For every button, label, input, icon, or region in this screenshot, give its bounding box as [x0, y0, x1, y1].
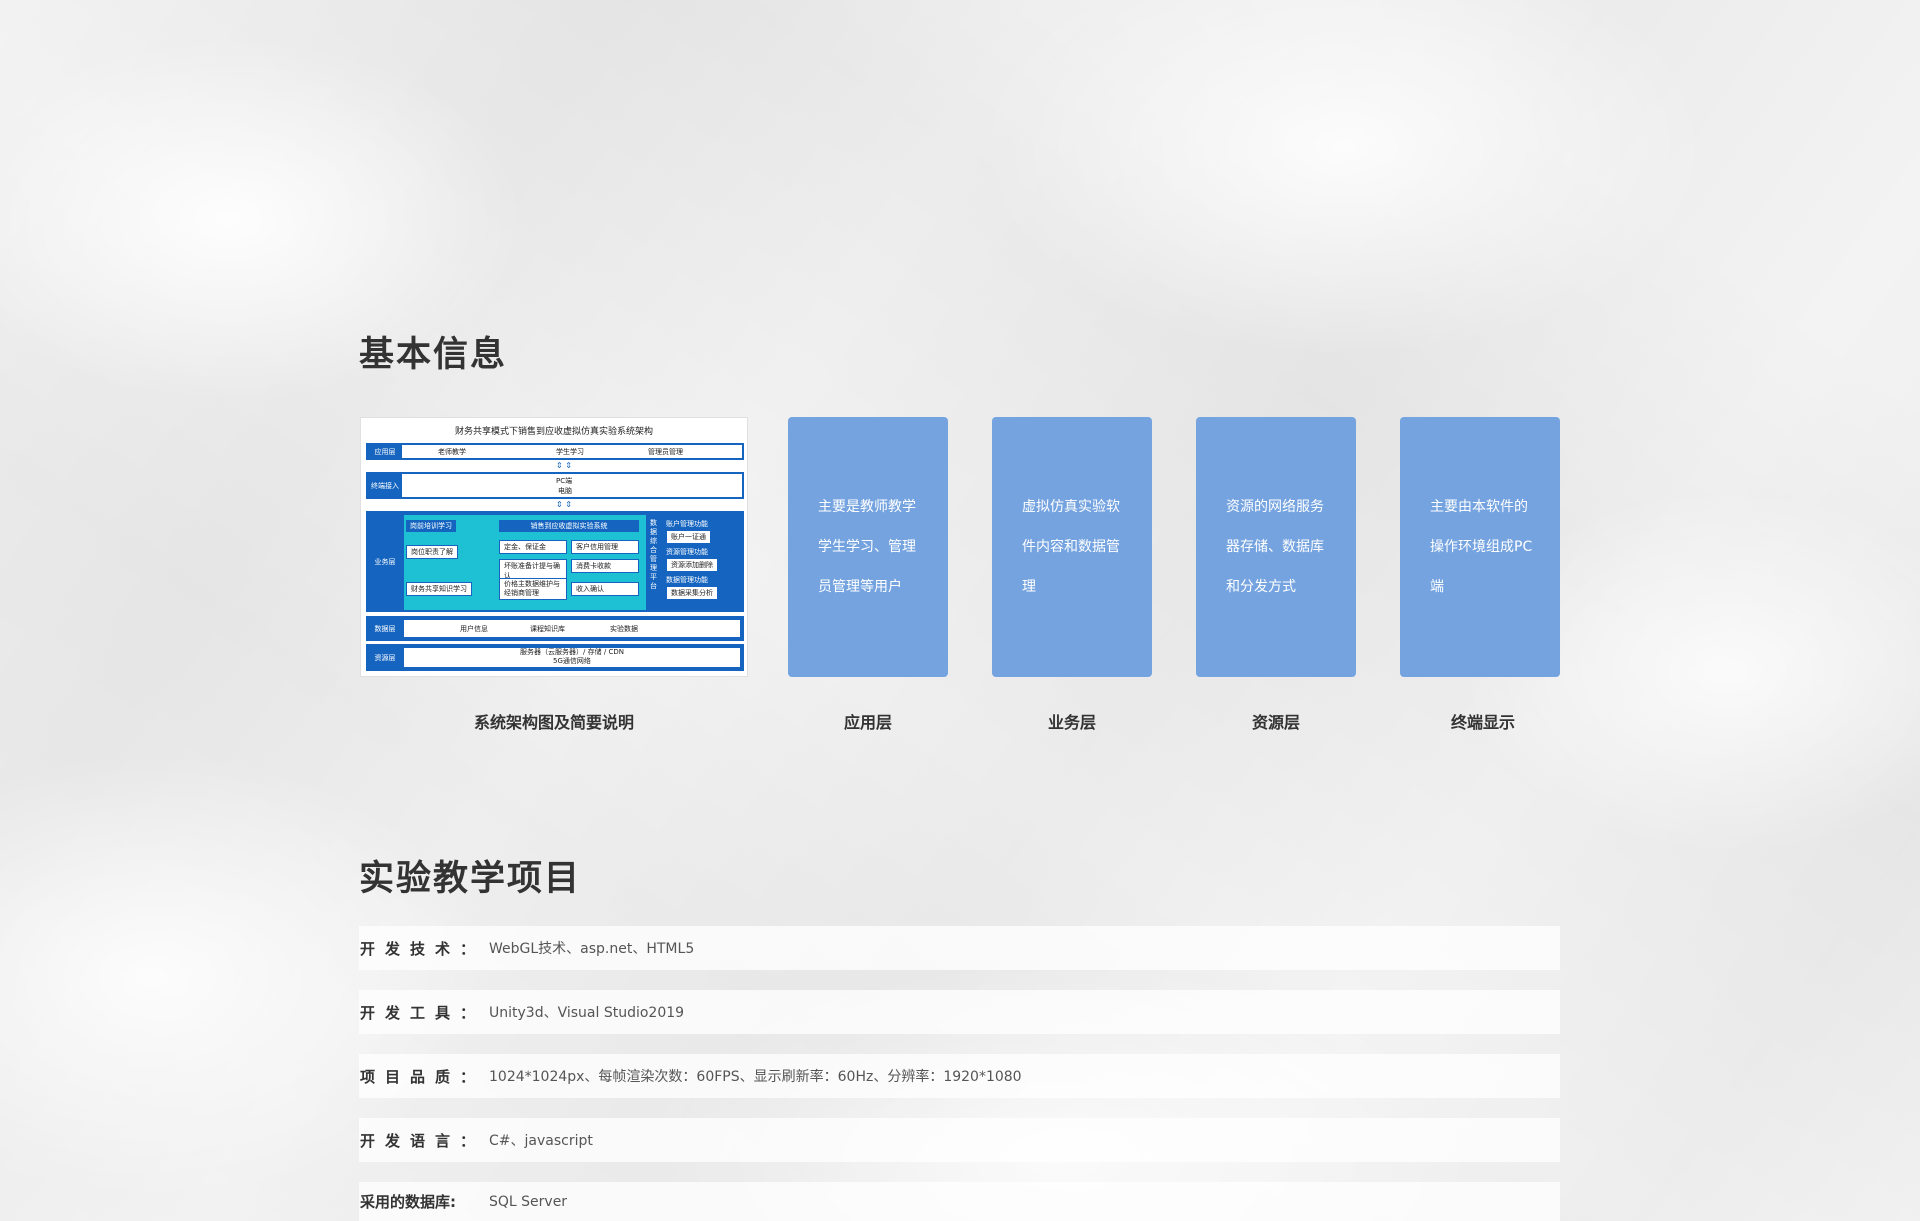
biz-system-title: 销售到应收虚拟实验系统	[499, 520, 639, 532]
project-row-quality: 项目品质： 1024*1024px、每帧渲染次数：60FPS、显示刷新率：60H…	[359, 1054, 1560, 1098]
project-row-tools: 开发工具： Unity3d、Visual Studio2019	[359, 990, 1560, 1034]
data-layer-body: 用户信息 课程知识库 实验数据	[404, 620, 740, 637]
project-row-value: C#、javascript	[489, 1133, 593, 1149]
resource-item-2: 5G通信网络	[553, 657, 591, 665]
project-row-value: WebGL技术、asp.net、HTML5	[489, 941, 695, 957]
biz-system-item-1: 定金、保证金	[499, 540, 567, 554]
project-row-value: Unity3d、Visual Studio2019	[489, 1005, 685, 1021]
platform-item-2: 账户一证通	[666, 530, 711, 544]
biz-system-item-6: 收入确认	[571, 582, 639, 596]
platform-item-4: 资源添加删除	[666, 558, 718, 572]
card-business-layer-text: 虚拟仿真实验软件内容和数据管理	[1022, 499, 1120, 595]
terminal-layer-tag: 终端接入	[368, 474, 402, 497]
app-item-1: 老师教学	[438, 448, 466, 456]
diagram-title: 财务共享模式下销售到应收虚拟仿真实验系统架构	[454, 427, 653, 437]
terminal-layer: 终端接入 PC端 电脑	[366, 472, 744, 499]
platform-item-6: 数据采集分析	[666, 586, 718, 600]
platform-item-1: 账户管理功能	[666, 520, 708, 528]
business-layer: 业务层 岗前培训学习 岗位职责了解 财务共享知识学习 销售到应收虚拟实验系统 定…	[366, 511, 744, 612]
biz-left-item-1: 岗前培训学习	[406, 520, 456, 532]
diagram-caption: 系统架构图及简要说明	[473, 713, 634, 732]
project-row-database: 采用的数据库: SQL Server	[359, 1182, 1560, 1221]
resource-layer: 资源层 服务器（云服务器）/ 存储 / CDN 5G通信网络	[366, 644, 744, 671]
biz-system-item-5: 价格主数据维护与经销商管理	[499, 578, 567, 600]
data-layer: 数据层 用户信息 课程知识库 实验数据	[366, 616, 744, 641]
card-resource-layer-text: 资源的网络服务器存储、数据库和分发方式	[1226, 499, 1324, 595]
terminal-item-2: 电脑	[558, 487, 572, 495]
card-app-layer-text: 主要是教师教学学生学习、管理员管理等用户	[818, 499, 916, 595]
project-row-language: 开发语言： C#、javascript	[359, 1118, 1560, 1162]
architecture-diagram[interactable]: 财务共享模式下销售到应收虚拟仿真实验系统架构 应用层 老师教学 学生学习 管理员…	[360, 417, 748, 677]
biz-left-item-3: 财务共享知识学习	[406, 582, 472, 596]
business-system-panel: 岗前培训学习 岗位职责了解 财务共享知识学习 销售到应收虚拟实验系统 定金、保证…	[404, 515, 646, 610]
basic-info-title: 基本信息	[359, 335, 508, 375]
data-item-2: 课程知识库	[530, 625, 565, 633]
biz-left-item-2: 岗位职责了解	[406, 545, 458, 559]
card-terminal-display-text: 主要由本软件的操作环境组成PC端	[1430, 499, 1533, 595]
data-item-3: 实验数据	[610, 625, 638, 633]
card-resource-layer-caption: 资源层	[1251, 713, 1300, 732]
resource-item-1: 服务器（云服务器）/ 存储 / CDN	[520, 648, 624, 656]
arrow-down-icon: ⇕ ⇕	[556, 461, 572, 470]
project-row-label: 开发技术：	[360, 939, 486, 958]
project-row-value: SQL Server	[489, 1193, 568, 1210]
data-layer-tag: 数据层	[368, 618, 402, 639]
project-row-tech: 开发技术： WebGL技术、asp.net、HTML5	[359, 926, 1560, 970]
card-business-layer[interactable]: 虚拟仿真实验软件内容和数据管理	[992, 417, 1152, 677]
card-app-layer[interactable]: 主要是教师教学学生学习、管理员管理等用户	[788, 417, 948, 677]
data-item-1: 用户信息	[460, 625, 488, 633]
card-app-layer-caption: 应用层	[843, 713, 892, 732]
data-platform-panel: 数据综合管理平台 账户管理功能 账户一证通 资源管理功能 资源添加删除 数据管理…	[648, 515, 742, 610]
platform-label: 数据综合管理平台	[650, 519, 657, 590]
project-row-label: 开发工具：	[360, 1003, 486, 1022]
business-layer-tag: 业务层	[368, 513, 402, 610]
projects-title: 实验教学项目	[359, 859, 582, 899]
card-business-layer-caption: 业务层	[1047, 713, 1096, 732]
biz-system-item-2: 客户信用管理	[571, 540, 639, 554]
project-row-label: 开发语言：	[360, 1131, 486, 1150]
card-terminal-display[interactable]: 主要由本软件的操作环境组成PC端	[1400, 417, 1560, 677]
project-row-label: 采用的数据库:	[360, 1193, 456, 1211]
platform-item-3: 资源管理功能	[666, 548, 708, 556]
card-resource-layer[interactable]: 资源的网络服务器存储、数据库和分发方式	[1196, 417, 1356, 677]
app-item-3: 管理员管理	[648, 448, 683, 456]
terminal-item-1: PC端	[556, 477, 573, 485]
platform-item-5: 数据管理功能	[666, 576, 708, 584]
app-layer-tag: 应用层	[368, 445, 402, 458]
resource-layer-tag: 资源层	[368, 646, 402, 669]
biz-system-item-4: 消费卡收款	[571, 559, 639, 573]
app-layer: 应用层 老师教学 学生学习 管理员管理	[366, 443, 744, 460]
resource-layer-body: 服务器（云服务器）/ 存储 / CDN 5G通信网络	[404, 648, 740, 667]
project-row-value: 1024*1024px、每帧渲染次数：60FPS、显示刷新率：60Hz、分辨率：…	[489, 1069, 1022, 1085]
card-terminal-display-caption: 终端显示	[1450, 713, 1515, 732]
project-row-label: 项目品质：	[360, 1067, 486, 1086]
app-item-2: 学生学习	[556, 448, 584, 456]
arrow-down-icon: ⇕ ⇕	[556, 500, 572, 509]
